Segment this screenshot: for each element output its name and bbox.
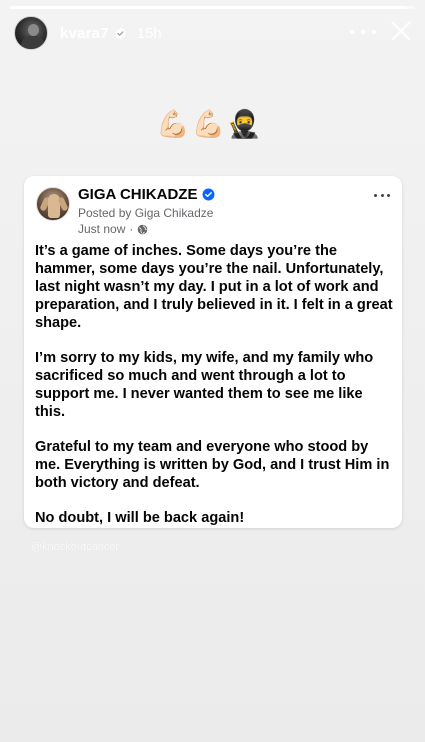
post-more-options-button[interactable] — [374, 192, 390, 198]
post-time: 15h — [136, 24, 162, 42]
story-progress-fill — [10, 6, 407, 9]
verified-badge-icon — [202, 188, 215, 201]
close-button[interactable] — [388, 18, 414, 44]
emoji-sticker: 💪🏻 💪🏻 🥷 — [156, 108, 261, 142]
profile-avatar[interactable] — [14, 16, 48, 50]
flexed-biceps-emoji: 💪🏻 — [156, 109, 190, 140]
username[interactable]: kvara7 — [60, 25, 109, 42]
more-options-button[interactable] — [350, 22, 376, 42]
verified-badge-icon — [114, 27, 126, 39]
author-avatar[interactable] — [36, 187, 70, 221]
author-name-row: GIGA CHIKADZE — [78, 186, 215, 203]
post-meta: Just now · — [78, 222, 148, 236]
post-text: It’s a game of inches. Some days you’re … — [35, 242, 395, 527]
flexed-biceps-emoji: 💪🏻 — [191, 109, 226, 140]
ninja-emoji: 🥷 — [227, 109, 261, 140]
watermark-text: @knockoutcancer — [31, 541, 120, 553]
globe-icon — [138, 224, 148, 234]
author-name[interactable]: GIGA CHIKADZE — [78, 186, 197, 203]
post-paragraph: No doubt, I will be back again! — [35, 510, 245, 526]
post-paragraph: Grateful to my team and everyone who sto… — [35, 439, 390, 491]
post-paragraph: I’m sorry to my kids, my wife, and my fa… — [35, 350, 374, 420]
story-progress-bar — [10, 6, 415, 9]
story-header: kvara7 15h — [14, 16, 414, 50]
post-paragraph: It’s a game of inches. Some days you’re … — [35, 243, 393, 331]
posted-by-label: Posted by Giga Chikadze — [78, 206, 214, 220]
meta-separator: · — [129, 222, 134, 236]
story-viewer: kvara7 15h 💪🏻 💪🏻 🥷 GIGA CHIKADZE Posted … — [0, 0, 425, 742]
shared-post-card[interactable]: GIGA CHIKADZE Posted by Giga Chikadze Ju… — [24, 176, 402, 528]
post-timestamp[interactable]: Just now — [78, 222, 125, 236]
